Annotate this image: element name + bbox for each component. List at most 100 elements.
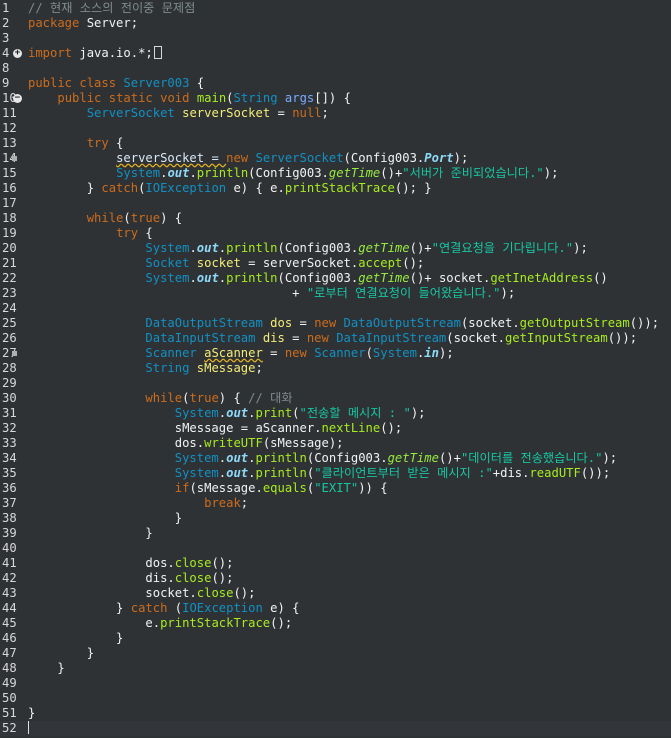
code-line[interactable]: 50 [0, 691, 671, 706]
code-line[interactable]: 41 dos.close(); [0, 556, 671, 571]
code-line[interactable]: 39 } [0, 526, 671, 541]
code-line[interactable]: 9 public class Server003 { [0, 76, 671, 91]
code-line[interactable]: 10− public static void main(String args[… [0, 91, 671, 106]
code-line[interactable]: 2 package Server; [0, 16, 671, 31]
code-line[interactable]: 11 ServerSocket serverSocket = null; [0, 106, 671, 121]
code-text: DataOutputStream dos = new DataOutputStr… [28, 316, 659, 331]
code-line[interactable]: 29 [0, 376, 671, 391]
code-line[interactable]: 17 [0, 196, 671, 211]
code-line[interactable]: 26 DataInputStream dis = new DataInputSt… [0, 331, 671, 346]
code-line[interactable]: 44 } catch (IOException e) { [0, 601, 671, 616]
code-token: DataOutputStream [343, 316, 461, 330]
code-line[interactable]: 38 } [0, 511, 671, 526]
line-number: 43 [2, 586, 17, 600]
line-number: 49 [2, 676, 17, 690]
collapsed-import-icon[interactable] [153, 46, 162, 59]
code-line[interactable]: 42 dis.close(); [0, 571, 671, 586]
code-line[interactable]: 21 Socket socket = serverSocket.accept()… [0, 256, 671, 271]
code-line[interactable]: 35 System.out.println("클라이언트부터 받은 메시지 :"… [0, 466, 671, 481]
code-line[interactable]: 22 System.out.println(Config003.getTime(… [0, 271, 671, 286]
warning-marker-icon[interactable] [12, 351, 17, 356]
code-line[interactable]: 43 socket.close(); [0, 586, 671, 601]
code-line[interactable]: 51} [0, 706, 671, 721]
code-token: dis. [28, 571, 175, 585]
code-token: (); [402, 256, 425, 270]
code-line[interactable]: 18 while(true) { [0, 211, 671, 226]
fold-toggle-icon[interactable]: + [13, 49, 22, 58]
code-text: serverSocket = new ServerSocket(Config00… [28, 151, 468, 166]
line-gutter: 11 [0, 106, 22, 121]
code-text: System.out.print("전송할 메시지 : "); [28, 406, 426, 421]
code-line[interactable]: 49 [0, 676, 671, 691]
code-line[interactable]: 15 System.out.println(Config003.getTime(… [0, 166, 671, 181]
code-line[interactable]: 23 + "로부터 연결요청이 들어왔습니다."); [0, 286, 671, 301]
code-line[interactable]: 30 while(true) { // 대화 [0, 391, 671, 406]
code-token: ); [438, 346, 454, 360]
line-gutter: 44 [0, 601, 22, 616]
code-line[interactable]: 13 try { [0, 136, 671, 151]
code-line[interactable]: 31 System.out.print("전송할 메시지 : "); [0, 406, 671, 421]
code-line[interactable]: 48 } [0, 661, 671, 676]
code-line[interactable]: 12 [0, 121, 671, 136]
code-line[interactable]: 40 [0, 541, 671, 556]
code-line[interactable]: 28 String sMessage; [0, 361, 671, 376]
code-token: ); [573, 241, 588, 255]
code-token: close [174, 556, 212, 570]
code-text: Scanner aScanner = new Scanner(System.in… [28, 346, 454, 361]
code-text: break; [28, 496, 248, 511]
code-line[interactable]: 45 e.printStackTrace(); [0, 616, 671, 631]
code-text [28, 721, 29, 736]
code-token: accept [358, 256, 403, 270]
code-token: e) { [262, 601, 300, 615]
code-token: ; [240, 496, 249, 510]
code-line[interactable]: 52 [0, 721, 671, 736]
code-line[interactable]: 1 // 현재 소스의 전이중 문제점 [0, 1, 671, 16]
code-token: (); } [394, 181, 432, 195]
code-editor[interactable]: 1// 현재 소스의 전이중 문제점 2 package Server; 3 4 + imp… [0, 0, 671, 738]
code-token: void [160, 91, 190, 105]
code-line[interactable]: 46 } [0, 631, 671, 646]
line-gutter: 38 [0, 511, 22, 526]
code-line[interactable]: 4 + import java.io.*; [0, 46, 671, 61]
code-token: } [28, 511, 183, 525]
line-gutter: 32 [0, 421, 22, 436]
line-gutter: 52 [0, 721, 22, 736]
code-token: // 현재 소스의 전이중 문제점 [28, 1, 196, 15]
code-token: catch [130, 601, 168, 615]
line-gutter: 19 [0, 226, 22, 241]
code-line[interactable]: 32 sMessage = aScanner.nextLine(); [0, 421, 671, 436]
code-token: DataInputStream [145, 331, 256, 345]
line-number: 36 [2, 481, 17, 495]
warning-marker-icon[interactable] [12, 156, 17, 161]
code-token: ServerSocket [255, 151, 344, 165]
code-line[interactable]: 24 [0, 301, 671, 316]
code-token: DataInputStream [336, 331, 447, 345]
code-line[interactable]: 19 try { [0, 226, 671, 241]
code-text: while(true) { [28, 211, 182, 226]
line-gutter: 23 [0, 286, 22, 301]
code-token: println [226, 271, 278, 285]
code-line[interactable]: 14 serverSocket = new ServerSocket(Confi… [0, 151, 671, 166]
code-token: () [593, 271, 608, 285]
code-line[interactable]: 34 System.out.println(Config003.getTime(… [0, 451, 671, 466]
code-line[interactable]: 25 DataOutputStream dos = new DataOutput… [0, 316, 671, 331]
code-line[interactable]: 27 Scanner aScanner = new Scanner(System… [0, 346, 671, 361]
code-token: String [233, 91, 278, 105]
code-line[interactable]: 8 [0, 61, 671, 76]
code-text: + "로부터 연결요청이 들어왔습니다."); [28, 286, 515, 301]
fold-toggle-icon[interactable]: − [13, 94, 22, 103]
code-line[interactable]: 16 } catch(IOException e) { e.printStack… [0, 181, 671, 196]
code-line[interactable]: 36 if(sMessage.equals("EXIT")) { [0, 481, 671, 496]
code-token: package [28, 16, 80, 30]
code-line[interactable]: 33 dos.writeUTF(sMessage); [0, 436, 671, 451]
code-line[interactable]: 37 break; [0, 496, 671, 511]
code-token: args [284, 91, 315, 105]
code-line[interactable]: 47 } [0, 646, 671, 661]
code-line[interactable]: 3 [0, 31, 671, 46]
code-line[interactable]: 20 System.out.println(Config003.getTime(… [0, 241, 671, 256]
code-token: socket. [28, 586, 197, 600]
